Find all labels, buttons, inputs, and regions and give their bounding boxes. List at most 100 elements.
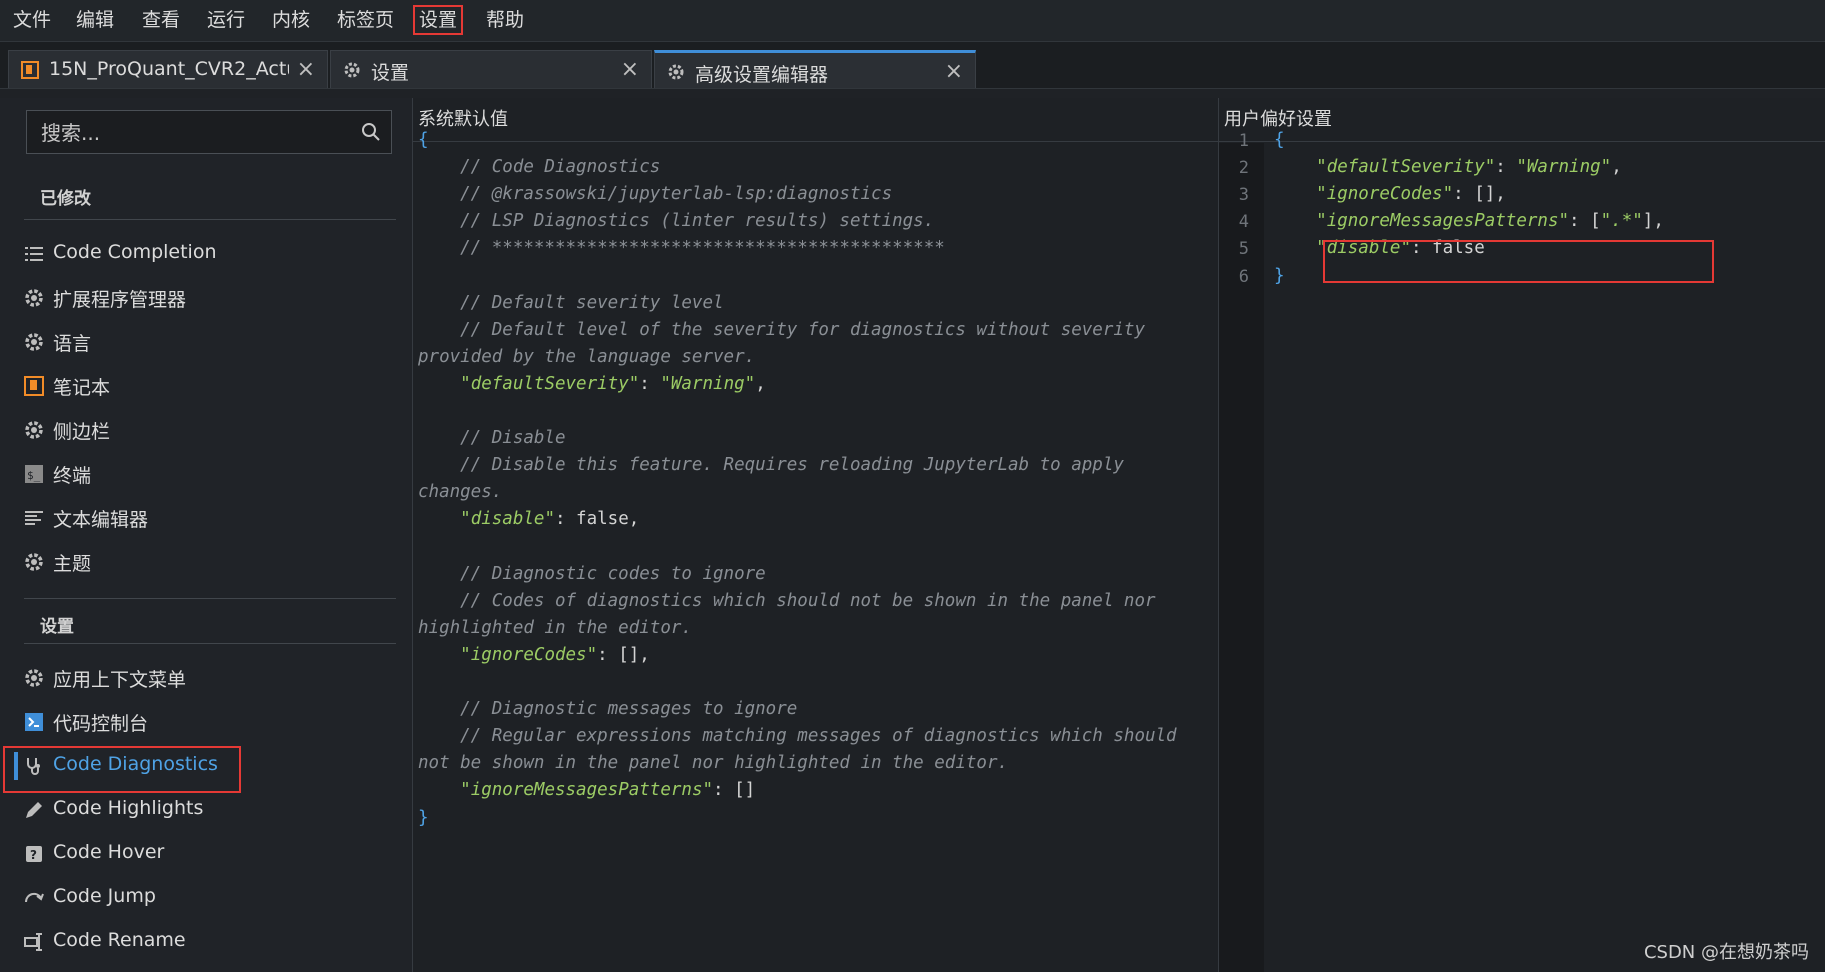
menu-bar: 文件 编辑 查看 运行 内核 标签页 设置 帮助 [0,0,1825,42]
gear-icon [25,421,43,439]
code-line: // Default severity level [418,292,724,313]
rename-icon [24,933,42,951]
sidebar-item-code-rename[interactable]: Code Rename [0,922,412,962]
user-preferences-panel: 用户偏好设置 1 {2 "defaultSeverity": "Warning",… [1219,98,1825,972]
menu-settings[interactable]: 设置 [413,5,464,35]
code-line: "defaultSeverity": "Warning", [1316,157,1622,178]
code-line: provided by the language server. [418,346,756,367]
sidebar-item-label: 笔记本 [53,377,111,399]
menu-run[interactable]: 运行 [204,7,248,33]
close-icon[interactable]: × [621,57,639,82]
search-box [26,110,392,155]
code-line: { [418,130,429,150]
panel-title: 系统默认值 [413,98,1218,142]
tab-advanced-settings-editor[interactable]: 高级设置编辑器 × [654,50,976,88]
code-line: // Regular expressions matching messages… [418,726,1177,747]
menu-tabs[interactable]: 标签页 [334,7,397,33]
sidebar-item-sidebar[interactable]: 侧边栏 [0,410,412,450]
code-line: "ignoreCodes": [], [460,644,650,665]
sidebar-item-label: Code Completion [53,241,217,263]
line-number: 3 [1238,185,1249,206]
close-icon[interactable]: × [945,59,963,84]
code-line: // Code Diagnostics [418,157,661,178]
sidebar-item-label: 语言 [53,333,92,355]
text-editor-icon [25,511,43,525]
code-line: // Diagnostic codes to ignore [418,563,766,584]
sidebar-item-label: Code Highlights [53,797,204,819]
sidebar-item-notebook[interactable]: 笔记本 [0,366,412,406]
code-line: "disable": false, [460,509,640,530]
sidebar-item-label: Code Hover [53,841,165,863]
notebook-icon [21,61,39,79]
sidebar-item-context-menu[interactable]: 应用上下文菜单 [0,658,412,698]
sidebar-item-theme[interactable]: 主题 [0,542,412,582]
code-line: "defaultSeverity": "Warning", [460,373,766,394]
tab-notebook[interactable]: 15N_ProQuant_CVR2_Actual_ × [8,50,328,88]
jump-icon [24,892,44,903]
highlight-annotation [3,746,241,793]
sidebar-item-text-editor[interactable]: 文本编辑器 [0,498,412,538]
sidebar-item-code-console[interactable]: 代码控制台 [0,702,412,742]
search-input[interactable] [27,111,363,155]
menu-edit[interactable]: 编辑 [73,7,117,33]
code-line: not be shown in the panel nor highlighte… [418,753,1009,774]
code-line: changes. [418,482,503,503]
divider [24,643,396,644]
close-icon[interactable]: × [297,57,315,82]
code-line: "ignoreMessagesPatterns": [] [460,780,756,801]
gear-icon [25,289,43,307]
terminal-icon: $_ [25,465,43,483]
code-line: } [1274,265,1285,286]
sidebar-item-label: 侧边栏 [53,421,111,443]
code-line: "ignoreCodes": [], [1316,184,1506,205]
line-number: 6 [1238,266,1249,287]
modified-section-title: 已修改 [40,189,91,209]
gear-icon [25,333,43,351]
list-icon [25,247,43,261]
search-icon[interactable] [361,122,381,142]
sidebar-item-code-hover[interactable]: ? Code Hover [0,834,412,874]
menu-help[interactable]: 帮助 [483,7,527,33]
gear-icon [344,62,360,78]
menu-kernel[interactable]: 内核 [269,7,313,33]
gear-icon [25,553,43,571]
tab-settings[interactable]: 设置 × [330,50,652,88]
code-line: highlighted in the editor. [418,617,692,638]
tab-label: 设置 [371,62,410,84]
menu-view[interactable]: 查看 [139,7,183,33]
divider [24,219,396,220]
line-number: 5 [1238,239,1249,260]
sidebar-item-code-highlights[interactable]: Code Highlights [0,790,412,830]
divider [24,598,396,599]
sidebar-item-label: 文本编辑器 [53,509,149,531]
sidebar-item-label: 应用上下文菜单 [53,669,187,691]
sidebar-item-label: Code Jump [53,885,156,907]
code-line: } [418,807,429,828]
code-line: "ignoreMessagesPatterns": [".*"], [1316,211,1664,232]
code-line: // @krassowski/jupyterlab-lsp:diagnostic… [418,184,893,205]
sidebar-item-label: 代码控制台 [53,713,149,735]
svg-text:?: ? [30,848,37,862]
sidebar-item-code-jump[interactable]: Code Jump [0,878,412,918]
gear-icon [25,669,43,687]
console-icon [25,713,43,731]
sidebar-item-terminal[interactable]: $_ 终端 [0,454,412,494]
menu-file[interactable]: 文件 [10,7,54,33]
code-line: // Default level of the severity for dia… [418,319,1145,340]
tab-label: 15N_ProQuant_CVR2_Actual_ [49,58,289,80]
gear-icon [668,64,684,80]
watermark: CSDN @在想奶茶吗 [1643,942,1809,963]
code-line: // Diagnostic messages to ignore [418,699,798,720]
sidebar-item-language[interactable]: 语言 [0,322,412,362]
line-number: 2 [1238,158,1249,179]
sidebar-item-label: 扩展程序管理器 [53,289,187,311]
sidebar-item-code-completion[interactable]: Code Completion [0,234,412,274]
code-line: // Codes of diagnostics which should not… [418,590,1156,611]
settings-sidebar: 已修改 Code Completion 扩展程序管理器 语言 笔记本 侧 [0,98,413,972]
line-number: 4 [1238,212,1249,233]
sidebar-item-extension-manager[interactable]: 扩展程序管理器 [0,278,412,318]
tab-bar: 15N_ProQuant_CVR2_Actual_ × 设置 × 高级设置编辑器… [0,42,1825,89]
code-line: // *************************************… [418,238,945,259]
pencil-icon [26,802,42,818]
svg-text:$_: $_ [27,469,41,482]
